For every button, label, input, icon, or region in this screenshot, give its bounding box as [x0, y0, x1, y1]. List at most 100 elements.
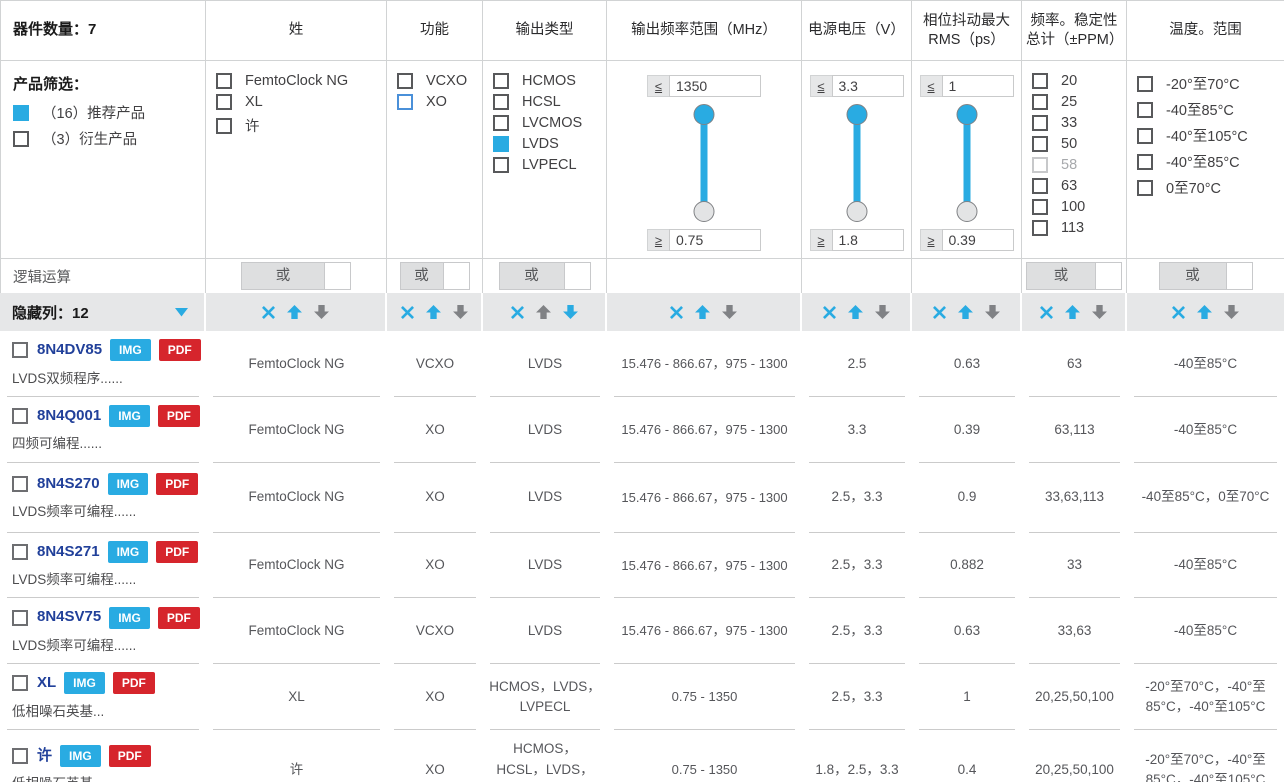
ppm-filter-option[interactable]: 58 — [1032, 157, 1120, 173]
greater-equal-button[interactable]: ≥ — [920, 229, 942, 251]
checkbox[interactable] — [493, 94, 509, 110]
checkbox[interactable] — [493, 157, 509, 173]
img-badge[interactable]: IMG — [108, 473, 149, 495]
remove-column-icon[interactable] — [823, 306, 836, 319]
checkbox[interactable] — [1032, 157, 1048, 173]
checkbox[interactable] — [1137, 180, 1153, 196]
checkbox[interactable] — [1032, 178, 1048, 194]
sort-descending-icon[interactable] — [1224, 305, 1239, 319]
jitter-slider[interactable] — [954, 104, 980, 222]
checkbox[interactable] — [1032, 136, 1048, 152]
checkbox[interactable] — [1137, 154, 1153, 170]
pdf-badge[interactable]: PDF — [156, 473, 198, 495]
output-type-filter-option[interactable]: LVDS — [493, 136, 600, 152]
sort-ascending-icon[interactable] — [1065, 305, 1080, 319]
checkbox[interactable] — [13, 105, 29, 121]
sort-ascending-icon[interactable] — [1197, 305, 1212, 319]
sort-descending-icon[interactable] — [722, 305, 737, 319]
checkbox[interactable] — [493, 136, 509, 152]
pdf-badge[interactable]: PDF — [156, 541, 198, 563]
checkbox[interactable] — [493, 73, 509, 89]
part-number-link[interactable]: 许 — [37, 745, 52, 768]
or-toggle-output-type[interactable]: 或 — [499, 262, 591, 290]
checkbox[interactable] — [397, 73, 413, 89]
img-badge[interactable]: IMG — [109, 607, 150, 629]
ppm-filter-option[interactable]: 113 — [1032, 220, 1120, 236]
sort-descending-icon[interactable] — [453, 305, 468, 319]
checkbox[interactable] — [216, 118, 232, 134]
pdf-badge[interactable]: PDF — [158, 405, 200, 427]
sort-ascending-icon[interactable] — [958, 305, 973, 319]
pdf-badge[interactable]: PDF — [109, 745, 151, 767]
product-filter-option[interactable]: （3）衍生产品 — [13, 128, 199, 149]
img-badge[interactable]: IMG — [108, 541, 149, 563]
ppm-filter-option[interactable]: 25 — [1032, 94, 1120, 110]
part-number-link[interactable]: XL — [37, 672, 56, 695]
sort-ascending-icon[interactable] — [426, 305, 441, 319]
temp-filter-option[interactable]: -40至85°C — [1137, 99, 1278, 120]
output-type-filter-option[interactable]: HCMOS — [493, 73, 600, 89]
voltage-slider[interactable] — [844, 104, 870, 222]
ppm-filter-option[interactable]: 20 — [1032, 73, 1120, 89]
checkbox[interactable] — [1137, 76, 1153, 92]
pdf-badge[interactable]: PDF — [158, 607, 200, 629]
output-type-filter-option[interactable]: LVCMOS — [493, 115, 600, 131]
checkbox[interactable] — [1137, 128, 1153, 144]
output-type-filter-option[interactable]: HCSL — [493, 94, 600, 110]
checkbox[interactable] — [1032, 73, 1048, 89]
sort-ascending-icon[interactable] — [536, 305, 551, 319]
family-filter-option[interactable]: XL — [216, 94, 380, 110]
row-checkbox[interactable] — [12, 748, 28, 764]
checkbox[interactable] — [1032, 94, 1048, 110]
slider-handle-min[interactable] — [956, 201, 977, 222]
slider-handle-max[interactable] — [956, 104, 977, 125]
part-number-link[interactable]: 8N4S270 — [37, 473, 100, 496]
sort-descending-icon[interactable] — [985, 305, 1000, 319]
checkbox[interactable] — [397, 94, 413, 110]
remove-column-icon[interactable] — [1172, 306, 1185, 319]
pdf-badge[interactable]: PDF — [113, 672, 155, 694]
checkbox[interactable] — [216, 73, 232, 89]
remove-column-icon[interactable] — [933, 306, 946, 319]
function-filter-option[interactable]: XO — [397, 94, 476, 110]
checkbox[interactable] — [1137, 102, 1153, 118]
less-equal-button[interactable]: ≤ — [647, 75, 669, 97]
ppm-filter-option[interactable]: 33 — [1032, 115, 1120, 131]
voltage-min-input[interactable] — [832, 229, 904, 251]
row-checkbox[interactable] — [12, 408, 28, 424]
temp-filter-option[interactable]: -40°至105°C — [1137, 125, 1278, 146]
sort-descending-icon[interactable] — [875, 305, 890, 319]
hidden-columns-control[interactable]: 隐藏列：12 — [0, 293, 206, 331]
jitter-max-input[interactable] — [942, 75, 1014, 97]
family-filter-option[interactable]: FemtoClock NG — [216, 73, 380, 89]
temp-filter-option[interactable]: -20°至70°C — [1137, 73, 1278, 94]
product-filter-option[interactable]: （16）推荐产品 — [13, 102, 199, 123]
output-type-filter-option[interactable]: LVPECL — [493, 157, 600, 173]
slider-handle-min[interactable] — [694, 201, 715, 222]
img-badge[interactable]: IMG — [109, 405, 150, 427]
dropdown-arrow-icon[interactable] — [175, 308, 188, 317]
row-checkbox[interactable] — [12, 675, 28, 691]
or-toggle-family[interactable]: 或 — [241, 262, 351, 290]
row-checkbox[interactable] — [12, 342, 28, 358]
function-filter-option[interactable]: VCXO — [397, 73, 476, 89]
sort-ascending-icon[interactable] — [287, 305, 302, 319]
remove-column-icon[interactable] — [1040, 306, 1053, 319]
part-number-link[interactable]: 8N4SV75 — [37, 606, 101, 629]
sort-ascending-icon[interactable] — [695, 305, 710, 319]
img-badge[interactable]: IMG — [64, 672, 105, 694]
row-checkbox[interactable] — [12, 610, 28, 626]
remove-column-icon[interactable] — [511, 306, 524, 319]
temp-filter-option[interactable]: 0至70°C — [1137, 177, 1278, 198]
slider-handle-min[interactable] — [846, 201, 867, 222]
temp-filter-option[interactable]: -40°至85°C — [1137, 151, 1278, 172]
ppm-filter-option[interactable]: 63 — [1032, 178, 1120, 194]
checkbox[interactable] — [13, 131, 29, 147]
checkbox[interactable] — [493, 115, 509, 131]
remove-column-icon[interactable] — [670, 306, 683, 319]
sort-descending-icon[interactable] — [563, 305, 578, 319]
ppm-filter-option[interactable]: 100 — [1032, 199, 1120, 215]
family-filter-option[interactable]: 许 — [216, 115, 380, 136]
row-checkbox[interactable] — [12, 544, 28, 560]
less-equal-button[interactable]: ≤ — [810, 75, 832, 97]
